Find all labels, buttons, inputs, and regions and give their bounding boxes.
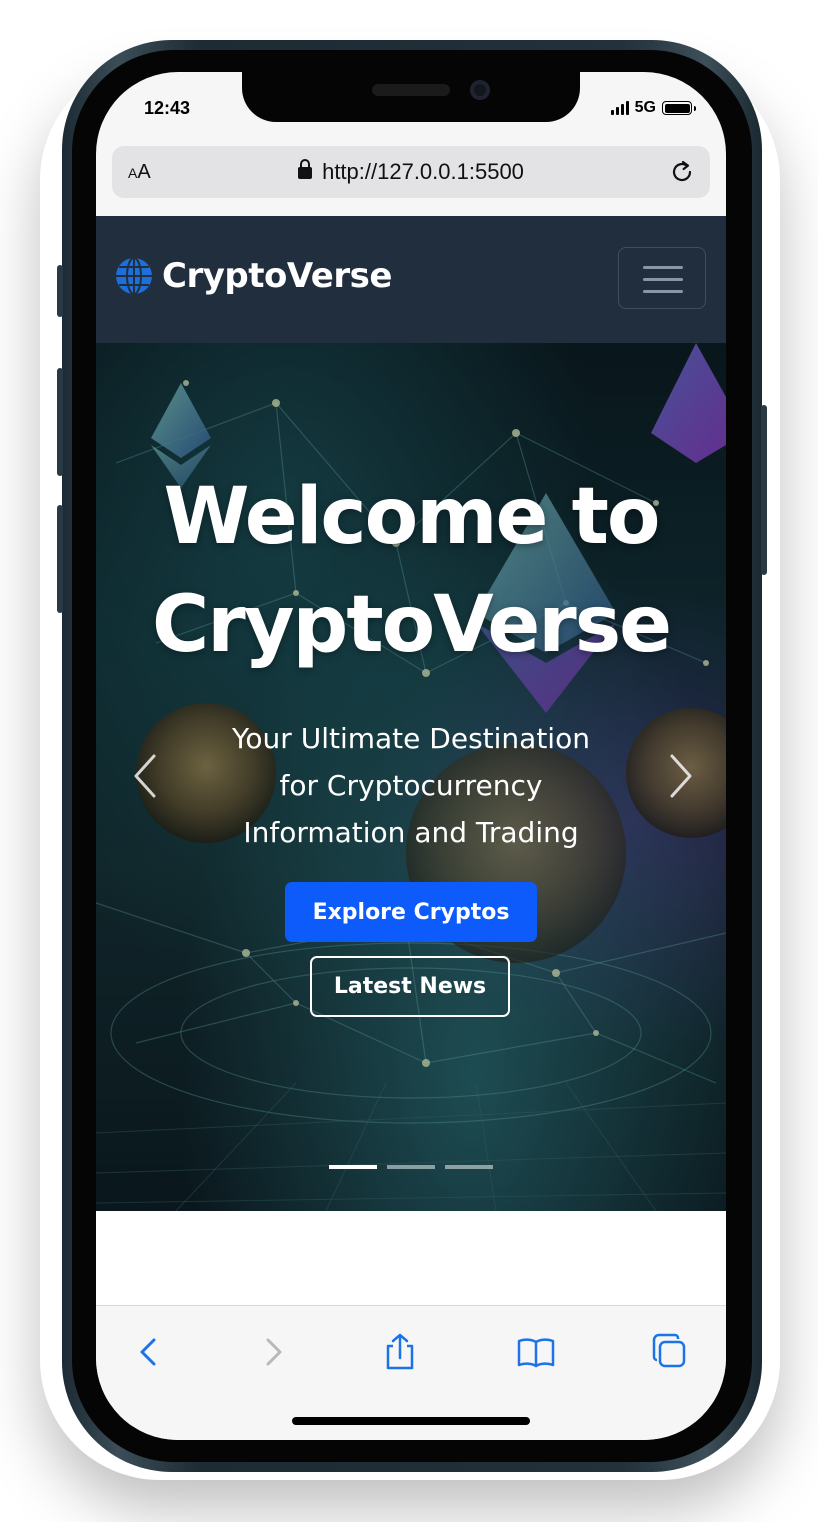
notch (242, 72, 580, 122)
volume-down-button (57, 505, 63, 613)
explore-cryptos-button[interactable]: Explore Cryptos (285, 882, 537, 942)
carousel-indicators (329, 1165, 493, 1169)
carousel-next-icon[interactable] (666, 753, 696, 799)
signal-icon (610, 101, 629, 115)
phone-screen: 12:43 5G AA http://127.0.0.1:5500 Crypto… (96, 72, 726, 1440)
tabs-icon[interactable] (650, 1332, 690, 1372)
navbar-toggle-button[interactable] (618, 247, 706, 309)
back-icon[interactable] (130, 1332, 170, 1372)
brand-link[interactable]: CryptoVerse (114, 256, 392, 296)
forward-icon[interactable] (252, 1332, 292, 1372)
lock-icon (298, 159, 313, 179)
carousel-indicator-3[interactable] (445, 1165, 493, 1169)
status-icons: 5G (610, 99, 696, 117)
hero-title-line-2: CryptoVerse (151, 580, 672, 670)
carousel-prev-icon[interactable] (130, 753, 160, 799)
volume-up-button (57, 368, 63, 476)
battery-icon (662, 101, 696, 115)
url-display: http://127.0.0.1:5500 (112, 159, 710, 185)
network-label: 5G (634, 99, 656, 116)
site-navbar: CryptoVerse (96, 216, 726, 343)
hero-carousel: Welcome to CryptoVerse Your Ultimate Des… (96, 343, 726, 1211)
latest-news-button[interactable]: Latest News (310, 956, 510, 1017)
power-button (761, 405, 767, 575)
carousel-indicator-2[interactable] (387, 1165, 435, 1169)
url-text: http://127.0.0.1:5500 (322, 159, 524, 184)
camera (470, 80, 490, 100)
hero-subtitle-line-3: Information and Trading (243, 816, 579, 849)
silent-switch (57, 265, 63, 317)
hero-subtitle: Your Ultimate Destination for Cryptocurr… (176, 715, 646, 856)
hero-subtitle-line-2: for Cryptocurrency (279, 769, 543, 802)
hero-title: Welcome to CryptoVerse (96, 463, 726, 679)
hamburger-icon (643, 266, 683, 269)
carousel-indicator-1[interactable] (329, 1165, 377, 1169)
status-time: 12:43 (144, 98, 191, 118)
hero-title-line-1: Welcome to (163, 472, 661, 562)
home-indicator (292, 1417, 530, 1425)
brand-name: CryptoVerse (162, 256, 392, 296)
share-icon[interactable] (380, 1332, 420, 1372)
bookmarks-icon[interactable] (516, 1332, 556, 1372)
globe-icon (116, 257, 152, 295)
address-bar[interactable]: AA http://127.0.0.1:5500 (112, 146, 710, 198)
hero-subtitle-line-1: Your Ultimate Destination (232, 722, 590, 755)
reload-icon[interactable] (668, 158, 696, 186)
speaker (372, 84, 450, 96)
